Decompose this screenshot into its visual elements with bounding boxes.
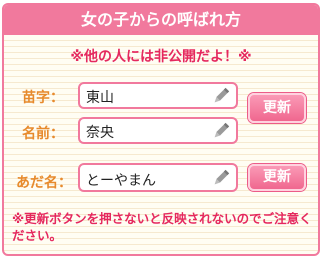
private-notice: ※他の人には非公開だよ！※ xyxy=(70,49,252,65)
nickname-value: とーやまん xyxy=(86,173,156,189)
surname-field[interactable]: 東山 xyxy=(78,82,238,109)
panel-title: 女の子からの呼ばれ方 xyxy=(4,5,318,35)
pencil-icon xyxy=(214,169,230,185)
pencil-icon xyxy=(214,87,230,103)
update-reminder-note: ※更新ボタンを押さないと反映されないのでご注意ください。 xyxy=(12,211,312,243)
pencil-icon xyxy=(214,122,230,138)
given-name-field[interactable]: 奈央 xyxy=(78,117,238,144)
given-name-label: 名前： xyxy=(22,126,64,142)
nickname-field[interactable]: とーやまん xyxy=(78,163,238,192)
update-nickname-button[interactable]: 更新 xyxy=(248,164,306,191)
nickname-label: あだ名： xyxy=(16,175,72,191)
surname-value: 東山 xyxy=(86,90,114,106)
nickname-settings-panel: 女の子からの呼ばれ方 ※他の人には非公開だよ！※ 苗字： 東山 名前： 奈央 更… xyxy=(2,3,320,256)
surname-label: 苗字： xyxy=(22,90,64,106)
update-name-button[interactable]: 更新 xyxy=(248,93,306,123)
given-name-value: 奈央 xyxy=(86,125,114,141)
